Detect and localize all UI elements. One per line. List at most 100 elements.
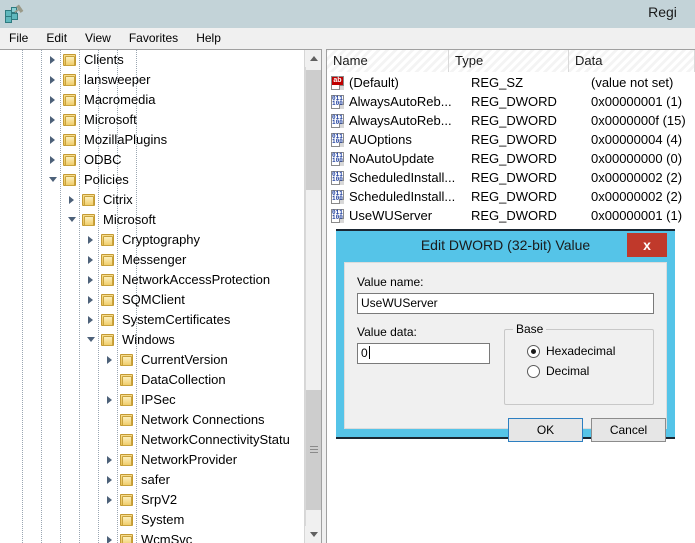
chevron-right-icon[interactable] [103,490,119,510]
chevron-right-icon[interactable] [46,110,62,130]
column-header-name[interactable]: Name [327,50,449,72]
chevron-down-icon[interactable] [65,210,81,230]
tree-node-label: Network Connections [141,412,265,427]
tree-node[interactable]: safer [0,470,303,490]
tree-node[interactable]: lansweeper [0,70,303,90]
radio-decimal[interactable]: Decimal [527,364,615,378]
cancel-button[interactable]: Cancel [591,418,666,442]
tree-vertical-scrollbar[interactable] [304,50,321,543]
tree-node[interactable]: Microsoft [0,210,303,230]
table-row[interactable]: 011 100 ScheduledInstall... REG_DWORD 0x0000… [327,168,695,187]
chevron-right-icon[interactable] [46,130,62,150]
table-row[interactable]: 011 100 UseWUServer REG_DWORD 0x00000001 (1) [327,206,695,225]
tree-node[interactable]: Microsoft [0,110,303,130]
value-type-cell: REG_SZ [471,75,524,90]
chevron-right-icon[interactable] [103,450,119,470]
menu-view[interactable]: View [76,29,120,47]
value-name-cell: NoAutoUpdate [349,151,435,166]
value-type-cell: REG_DWORD [471,170,557,185]
tree-node[interactable]: Macromedia [0,90,303,110]
value-data-input[interactable]: 0 [357,343,490,364]
table-row[interactable]: 011 100 AUOptions REG_DWORD 0x00000004 (4) [327,130,695,149]
chevron-right-icon[interactable] [65,190,81,210]
chevron-right-icon[interactable] [84,270,100,290]
tree-node[interactable]: NetworkAccessProtection [0,270,303,290]
tree-node[interactable]: NetworkProvider [0,450,303,470]
chevron-right-icon[interactable] [84,290,100,310]
chevron-right-icon[interactable] [103,390,119,410]
chevron-right-icon[interactable] [46,70,62,90]
chevron-right-icon[interactable] [103,530,119,543]
tree-node-spacer [103,410,119,430]
tree-node[interactable]: Network Connections [0,410,303,430]
folder-icon [119,473,135,487]
folder-icon [119,353,135,367]
column-header-type[interactable]: Type [449,50,569,72]
tree-scrollbar-thumb-lower[interactable] [306,390,321,510]
value-name-cell: AlwaysAutoReb... [349,94,452,109]
tree-node[interactable]: System [0,510,303,530]
tree-node[interactable]: NetworkConnectivityStatu [0,430,303,450]
table-row[interactable]: ab (Default) REG_SZ (value not set) [327,73,695,92]
table-row[interactable]: 011 100 AlwaysAutoReb... REG_DWORD 0x0000000… [327,92,695,111]
close-icon[interactable]: x [627,233,667,257]
table-row[interactable]: 011 100 ScheduledInstall... REG_DWORD 0x0000… [327,187,695,206]
chevron-right-icon[interactable] [84,250,100,270]
radio-decimal-icon[interactable] [527,364,540,378]
chevron-right-icon[interactable] [46,90,62,110]
chevron-right-icon[interactable] [84,310,100,330]
dword-value-icon: 011 100 [331,151,344,166]
value-name-cell: ScheduledInstall... [349,170,456,185]
chevron-right-icon[interactable] [84,230,100,250]
menu-file[interactable]: File [0,29,37,47]
value-data-label: Value data: [357,325,417,339]
tree-node[interactable]: CurrentVersion [0,350,303,370]
registry-tree-pane: Clients lansweeper Macromedia Microsoft Mozi… [0,49,322,543]
chevron-down-icon[interactable] [46,170,62,190]
ok-button[interactable]: OK [508,418,583,442]
chevron-right-icon[interactable] [46,50,62,70]
value-name-input[interactable]: UseWUServer [357,293,654,314]
folder-icon [62,73,78,87]
column-header-data[interactable]: Data [569,50,695,72]
tree-node[interactable]: Windows [0,330,303,350]
tree-node[interactable]: MozillaPlugins [0,130,303,150]
folder-icon [100,333,116,347]
radio-hexadecimal-icon[interactable] [527,344,540,358]
tree-node[interactable]: SrpV2 [0,490,303,510]
registry-values-list[interactable]: ab (Default) REG_SZ (value not set) 011 100 Al… [327,73,695,225]
value-data-cell: 0x00000004 (4) [591,132,683,147]
tree-node[interactable]: DataCollection [0,370,303,390]
menu-help[interactable]: Help [187,29,230,47]
chevron-right-icon[interactable] [46,150,62,170]
table-row[interactable]: 011 100 NoAutoUpdate REG_DWORD 0x00000000 (0… [327,149,695,168]
tree-node[interactable]: Clients [0,50,303,70]
dialog-body: Value name: UseWUServer Value data: 0 Ba… [344,262,667,442]
edit-dword-dialog: Edit DWORD (32-bit) Value x Value name: … [336,229,675,442]
chevron-down-icon[interactable] [84,330,100,350]
tree-scrollbar-thumb[interactable] [306,70,321,190]
tree-node[interactable]: Cryptography [0,230,303,250]
value-data-cell: (value not set) [591,75,674,90]
radio-hexadecimal[interactable]: Hexadecimal [527,344,615,358]
scroll-down-arrow[interactable] [305,526,321,543]
folder-icon [100,253,116,267]
tree-node[interactable]: Citrix [0,190,303,210]
tree-node-spacer [103,370,119,390]
tree-node[interactable]: ODBC [0,150,303,170]
window-title: Regi [648,4,677,20]
scroll-up-arrow[interactable] [305,50,321,67]
registry-tree[interactable]: Clients lansweeper Macromedia Microsoft Mozi… [0,50,303,543]
tree-node[interactable]: SQMClient [0,290,303,310]
table-row[interactable]: 011 100 AlwaysAutoReb... REG_DWORD 0x0000000… [327,111,695,130]
menu-edit[interactable]: Edit [37,29,76,47]
tree-node[interactable]: SystemCertificates [0,310,303,330]
tree-node-spacer [103,430,119,450]
tree-node[interactable]: Policies [0,170,303,190]
chevron-right-icon[interactable] [103,350,119,370]
menu-favorites[interactable]: Favorites [120,29,187,47]
tree-node[interactable]: Messenger [0,250,303,270]
tree-node[interactable]: WcmSvc [0,530,303,543]
tree-node[interactable]: IPSec [0,390,303,410]
chevron-right-icon[interactable] [103,470,119,490]
